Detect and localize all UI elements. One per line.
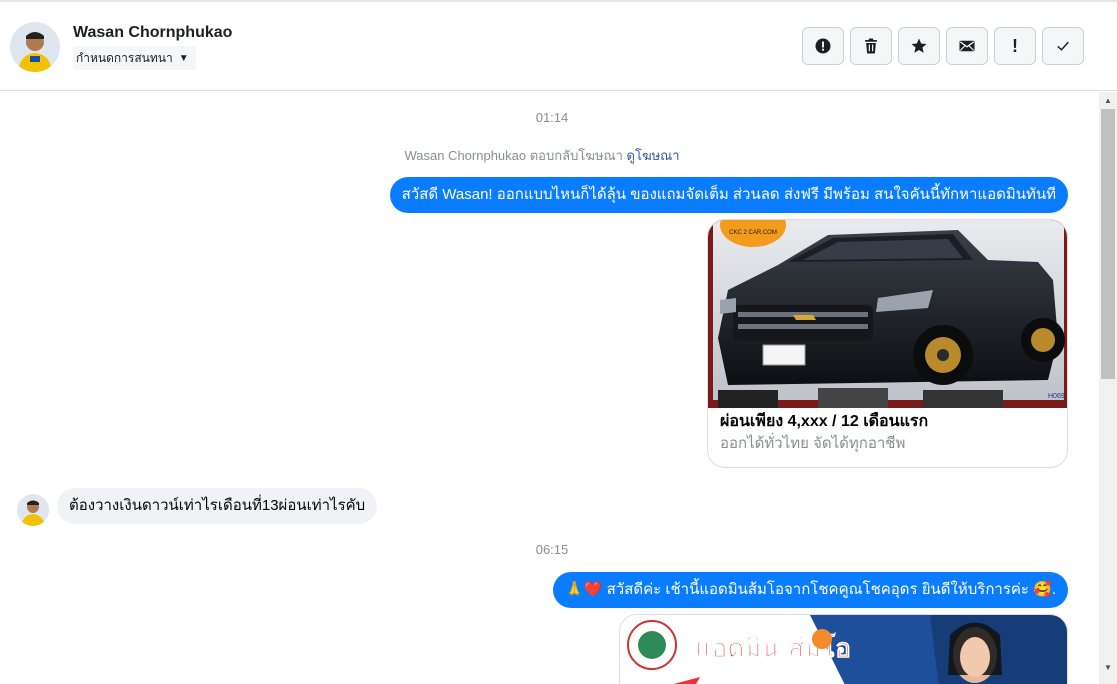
ad-reply-note: Wasan Chornphukao ตอบกลับโฆษณา ดูโฆษณา [0, 145, 1084, 166]
envelope-icon [959, 40, 975, 52]
ad-card-subtitle: ออกได้ทั่วไทย จัดได้ทุกอาชีพ [720, 435, 906, 452]
scroll-thumb[interactable] [1101, 109, 1115, 379]
delete-button[interactable] [850, 27, 892, 65]
assign-conversation-dropdown[interactable]: กำหนดการสนทนา ▼ [73, 46, 196, 70]
ad-plate-code: H069 [1048, 393, 1065, 400]
star-button[interactable] [898, 27, 940, 65]
outgoing-message[interactable]: 🙏❤️ สวัสดีค่ะ เช้านี้แอดมินส้มโอจากโชคคู… [553, 572, 1068, 608]
conversation-header: Wasan Chornphukao กำหนดการสนทนา ▼ ! [0, 2, 1117, 91]
ad-logo-text: CKC 2 CAR.COM [729, 230, 777, 236]
mark-unread-button[interactable] [946, 27, 988, 65]
spam-button[interactable] [802, 27, 844, 65]
ad-banner-image[interactable]: แอดมิน ส้มโอ [619, 614, 1068, 684]
checkmark-icon [1057, 41, 1069, 51]
follow-up-button[interactable]: ! [994, 27, 1036, 65]
contact-avatar[interactable] [10, 22, 60, 72]
scroll-up-arrow-icon[interactable]: ▲ [1099, 92, 1117, 109]
outgoing-message[interactable]: สวัสดี Wasan! ออกแบบไหนก็ได้ลุ้น ของแถมจ… [389, 177, 1068, 213]
star-icon [911, 38, 927, 53]
incoming-message[interactable]: ต้องวางเงินดาวน์เท่าไรเดือนที่13ผ่อนเท่า… [57, 488, 378, 524]
thread-scrollbar[interactable]: ▲ ▼ [1099, 92, 1117, 684]
ad-reply-text: Wasan Chornphukao ตอบกลับโฆษณา [404, 148, 623, 163]
ad-card[interactable]: CKC 2 CAR.COM H069 ผ่อนเพียง 4,xxx / 12 … [707, 219, 1068, 468]
exclamation-icon: ! [1012, 35, 1018, 56]
scroll-down-arrow-icon[interactable]: ▼ [1099, 659, 1117, 676]
timestamp: 01:14 [535, 110, 569, 125]
caret-down-icon: ▼ [178, 52, 189, 64]
ad-card-image: CKC 2 CAR.COM H069 [708, 220, 1067, 408]
contact-name[interactable]: Wasan Chornphukao [73, 24, 232, 42]
assign-conversation-label: กำหนดการสนทนา [76, 50, 173, 65]
alert-circle-icon [815, 38, 831, 54]
trash-icon [865, 38, 877, 54]
conversation-actions: ! [802, 27, 1084, 65]
done-button[interactable] [1042, 27, 1084, 65]
contact-avatar-small[interactable] [17, 494, 49, 526]
view-ad-link[interactable]: ดูโฆษณา [627, 148, 680, 163]
timestamp: 06:15 [535, 542, 569, 557]
message-thread[interactable]: 01:14 Wasan Chornphukao ตอบกลับโฆษณา ดูโ… [0, 92, 1098, 684]
